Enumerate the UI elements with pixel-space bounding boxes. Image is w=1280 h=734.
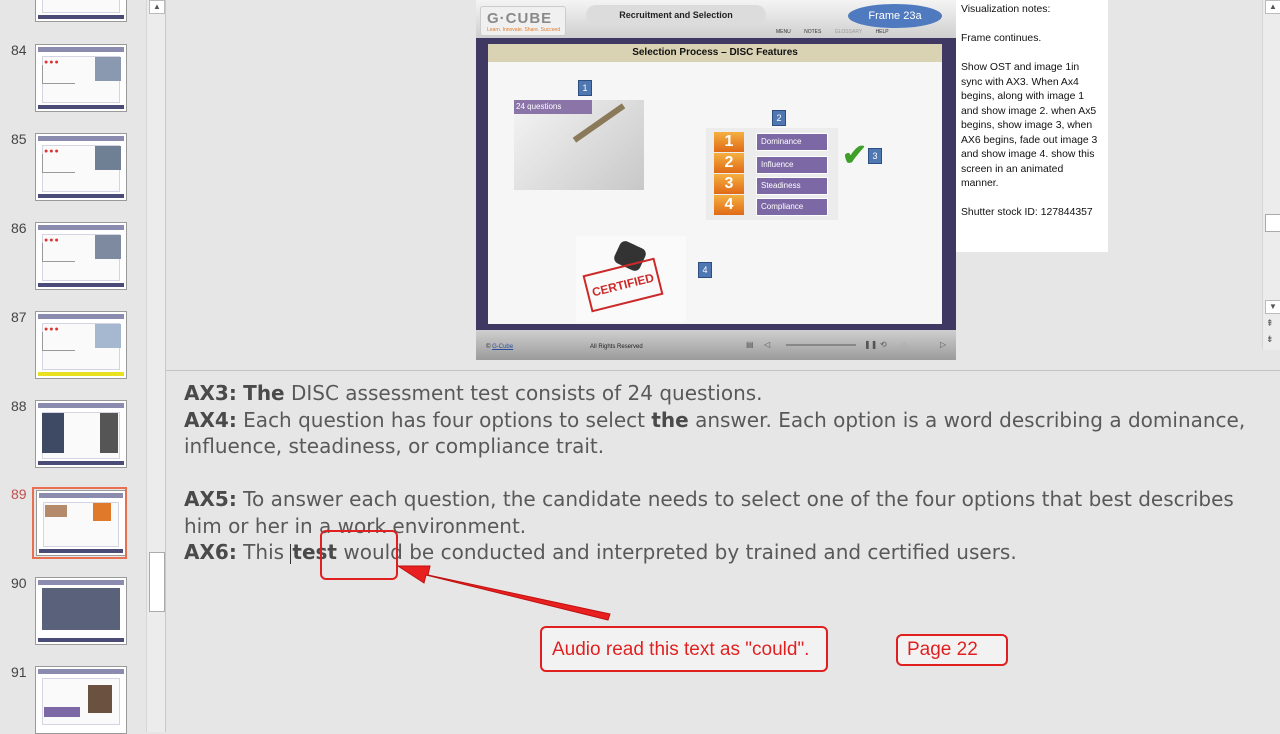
callout-page-text: Page 22: [907, 639, 978, 660]
callout-audio-text: Audio read this text as "could".: [552, 639, 810, 660]
arrow-shape: [396, 565, 611, 621]
annotation-arrow: [396, 565, 611, 621]
